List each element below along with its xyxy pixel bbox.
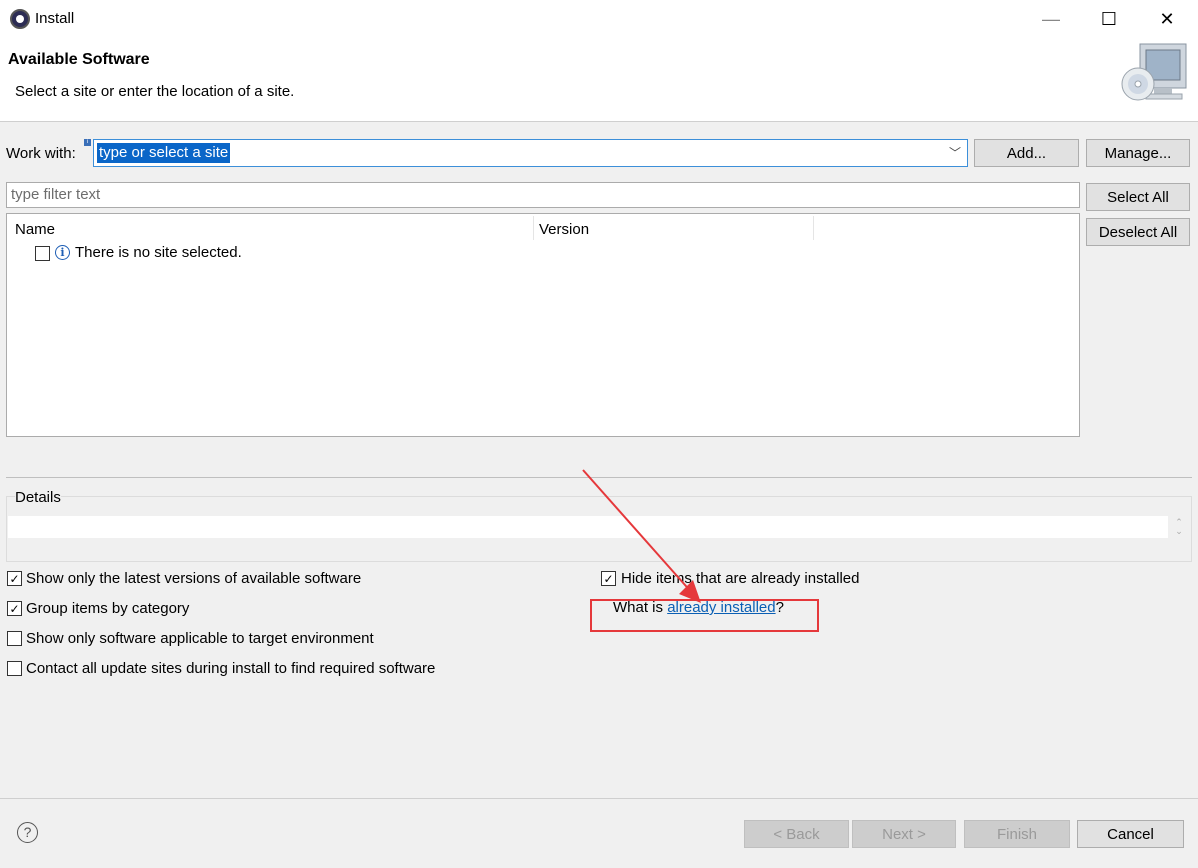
info-icon: i <box>55 245 70 260</box>
work-with-combo-value: type or select a site <box>97 143 231 163</box>
column-divider[interactable] <box>533 216 534 240</box>
maximize-button[interactable]: ☐ <box>1080 0 1138 38</box>
column-header-name[interactable]: Name <box>15 221 55 238</box>
software-table[interactable]: Name Version i There is no site selected… <box>6 213 1080 437</box>
column-header-version[interactable]: Version <box>539 221 589 238</box>
minimize-button[interactable]: — <box>1022 0 1080 38</box>
group-by-category-checkbox[interactable]: ✓ <box>7 601 22 616</box>
latest-versions-checkbox[interactable]: ✓ <box>7 571 22 586</box>
target-environment-label[interactable]: Show only software applicable to target … <box>26 630 374 647</box>
header-banner: Available Software Select a site or ente… <box>0 38 1198 122</box>
title-bar: Install — ☐ ✕ <box>0 0 1198 38</box>
close-button[interactable]: ✕ <box>1138 0 1196 38</box>
details-label: Details <box>15 489 61 506</box>
work-with-combo[interactable]: type or select a site ﹀ <box>93 139 968 167</box>
window-title: Install <box>35 10 75 27</box>
eclipse-app-icon <box>10 9 30 29</box>
work-with-label: Work with: <box>6 145 76 162</box>
next-button[interactable]: Next > <box>852 820 956 848</box>
annotation-arrow <box>582 469 701 603</box>
table-row-text: There is no site selected. <box>75 244 242 261</box>
manage-button[interactable]: Manage... <box>1086 139 1190 167</box>
target-environment-checkbox[interactable] <box>7 631 22 646</box>
cancel-button[interactable]: Cancel <box>1077 820 1184 848</box>
footer-separator <box>0 798 1198 799</box>
page-title: Available Software <box>8 51 150 68</box>
install-software-icon <box>1121 43 1187 101</box>
add-button[interactable]: Add... <box>974 139 1079 167</box>
deselect-all-button[interactable]: Deselect All <box>1086 218 1190 246</box>
page-description: Select a site or enter the location of a… <box>15 83 295 100</box>
finish-button[interactable]: Finish <box>964 820 1070 848</box>
table-row-checkbox[interactable] <box>35 246 50 261</box>
filter-input[interactable]: type filter text <box>6 182 1080 208</box>
info-decoration-icon: i <box>84 139 91 146</box>
select-all-button[interactable]: Select All <box>1086 183 1190 211</box>
contact-update-sites-checkbox[interactable] <box>7 661 22 676</box>
help-icon[interactable]: ? <box>17 822 38 843</box>
column-divider[interactable] <box>813 216 814 240</box>
latest-versions-label[interactable]: Show only the latest versions of availab… <box>26 570 361 587</box>
back-button[interactable]: < Back <box>744 820 849 848</box>
details-scroll-arrows[interactable]: ⌃ ⌄ <box>1172 518 1186 538</box>
group-by-category-label[interactable]: Group items by category <box>26 600 189 617</box>
contact-update-sites-label[interactable]: Contact all update sites during install … <box>26 660 435 677</box>
chevron-down-icon[interactable]: ﹀ <box>949 144 961 161</box>
